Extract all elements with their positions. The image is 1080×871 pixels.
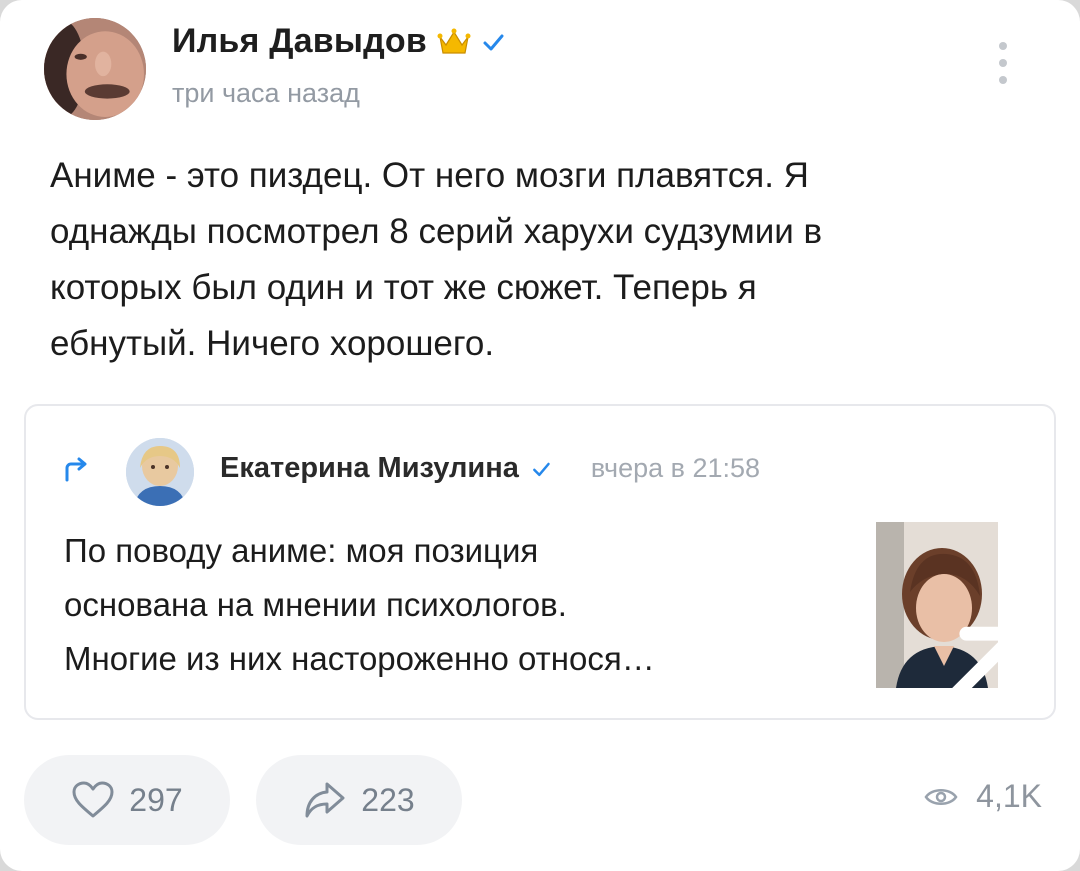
repost-time[interactable]: вчера в 21:58 xyxy=(591,453,760,484)
repost-thumbnail[interactable] xyxy=(876,522,998,688)
share-arrow-icon xyxy=(305,782,345,818)
expand-arrow-icon[interactable] xyxy=(922,584,998,688)
views-count: 4,1K xyxy=(976,778,1042,814)
more-vertical-icon[interactable] xyxy=(996,42,1010,98)
post-text: Аниме - это пиздец. От него мозги плавят… xyxy=(50,156,823,363)
views-indicator: 4,1K xyxy=(924,778,1042,815)
post-card: Илья Давыдов три часа назад Аниме - это … xyxy=(0,0,1080,871)
repost-text: По поводу аниме: моя позиция основана на… xyxy=(64,532,655,677)
verified-check-icon xyxy=(483,34,504,50)
author-name[interactable]: Илья Давыдов xyxy=(172,22,427,61)
repost-block[interactable]: Екатерина Мизулина вчера в 21:58 По пово… xyxy=(24,404,1056,720)
likes-count: 297 xyxy=(129,781,183,818)
post-time[interactable]: три часа назад xyxy=(172,78,360,109)
heart-icon xyxy=(72,781,114,818)
repost-arrow-icon xyxy=(65,457,87,482)
repost-author-name[interactable]: Екатерина Мизулина xyxy=(220,452,519,485)
crown-icon xyxy=(437,28,471,54)
verified-check-icon xyxy=(532,462,550,476)
eye-icon xyxy=(924,788,958,805)
like-button[interactable]: 297 xyxy=(24,755,230,845)
shares-count: 223 xyxy=(361,781,415,818)
repost-author-avatar[interactable] xyxy=(126,438,194,506)
share-button[interactable]: 223 xyxy=(256,755,462,845)
author-avatar[interactable] xyxy=(44,18,146,120)
